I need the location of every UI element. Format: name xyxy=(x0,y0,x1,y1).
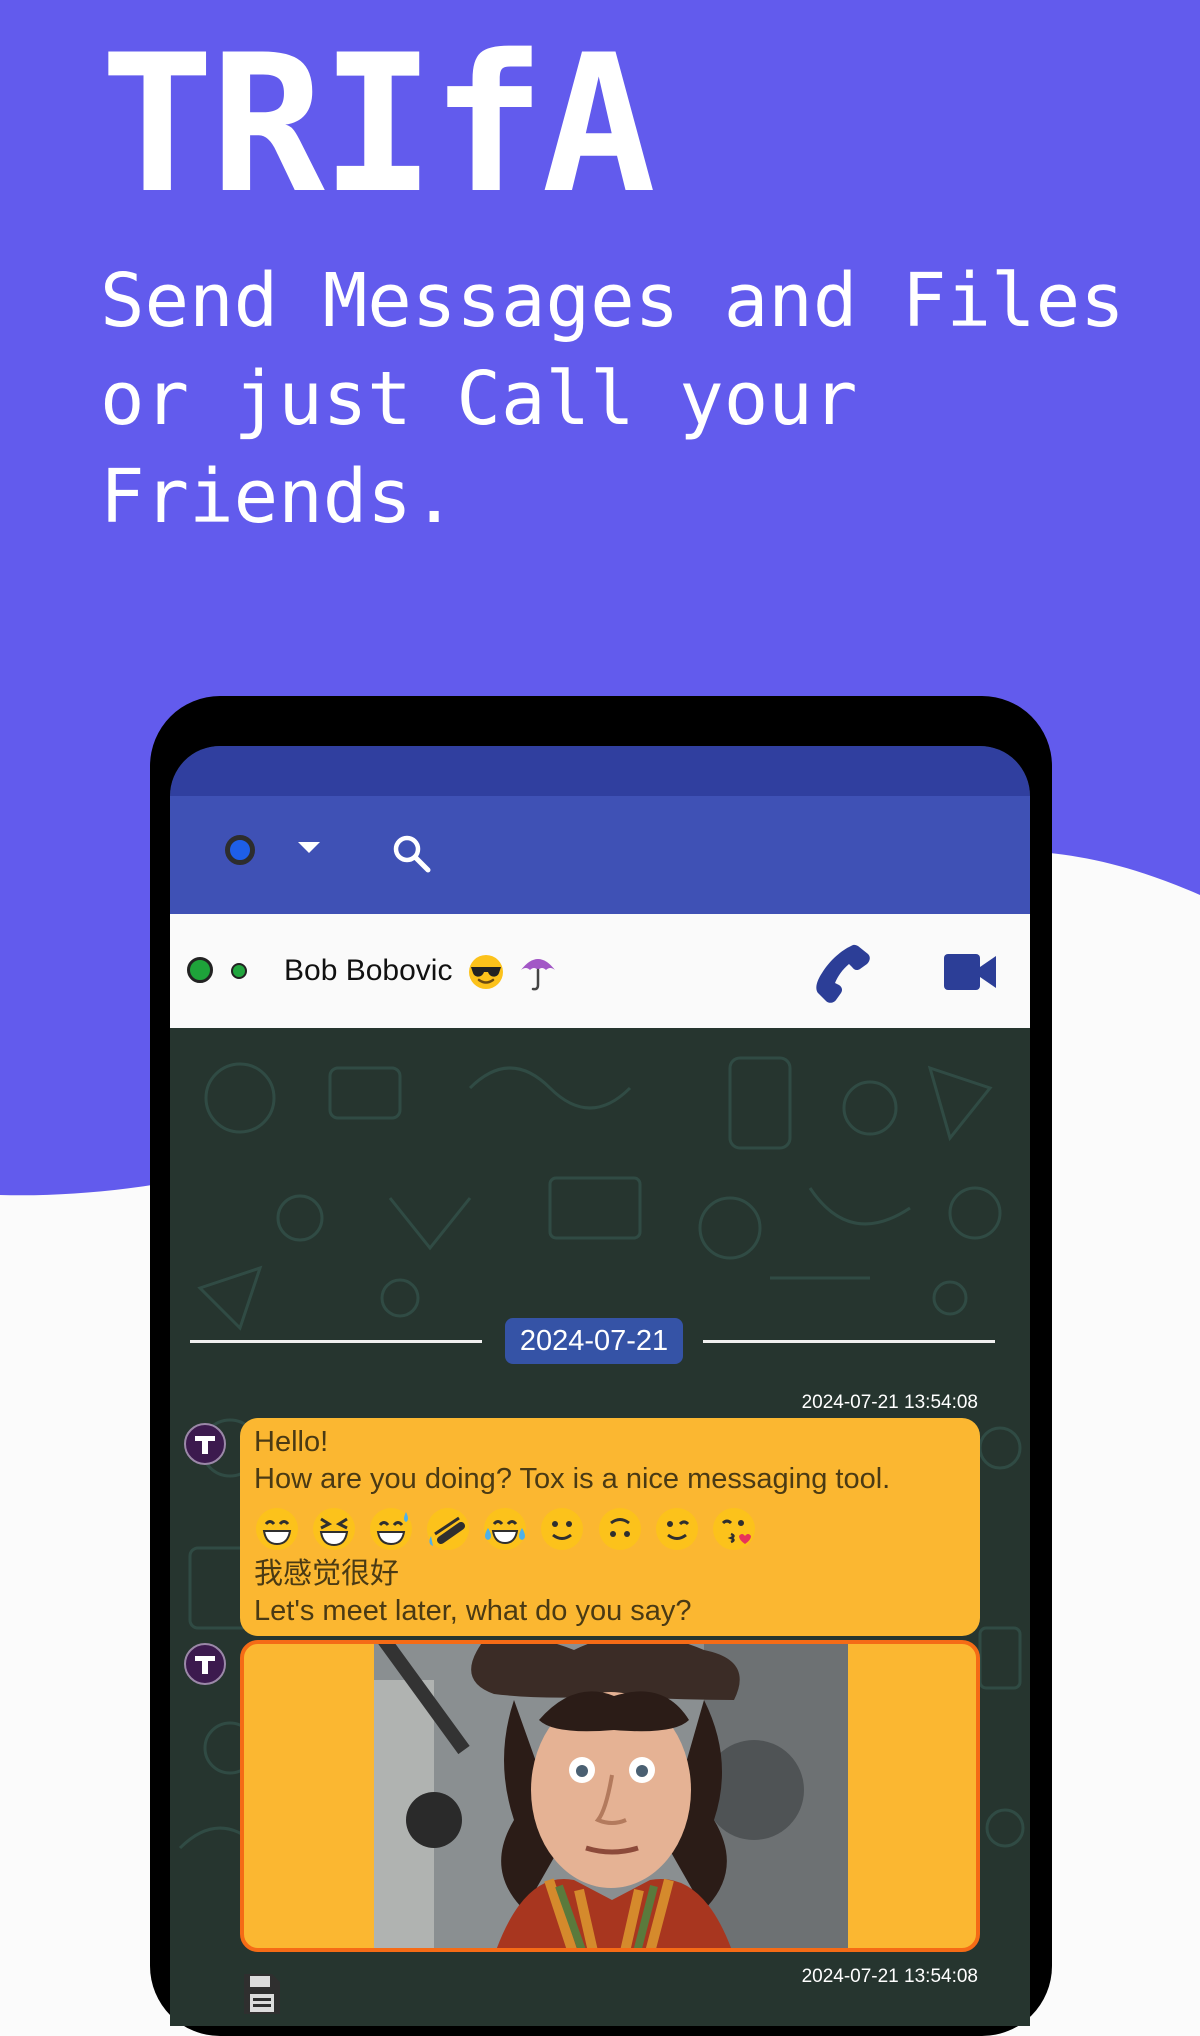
message-line: Hello! xyxy=(254,1426,329,1458)
grinning-smile-eyes-emoji-icon xyxy=(256,1508,298,1550)
phone-screen: Bob Bobovic 2024-07-21 2024-07-21 13:54:… xyxy=(170,746,1030,2026)
date-separator-line-left xyxy=(190,1340,482,1343)
slightly-smiling-emoji-icon xyxy=(541,1508,584,1550)
message-line: How are you doing? Tox is a nice messagi… xyxy=(254,1463,891,1495)
sweat-smile-emoji-icon xyxy=(370,1508,413,1550)
message-text-continued: 我感觉很好 Let's meet later, what do you say? xyxy=(254,1556,692,1630)
contact-name-text: Bob Bobovic xyxy=(284,953,453,987)
upside-down-emoji-icon xyxy=(598,1508,641,1550)
chat-area[interactable]: 2024-07-21 2024-07-21 13:54:08 Hello! Ho… xyxy=(170,1028,1030,2026)
message-timestamp: 2024-07-21 13:54:08 xyxy=(801,1392,978,1413)
message-line: 我感觉很好 xyxy=(254,1558,400,1590)
message-line: Let's meet later, what do you say? xyxy=(254,1595,692,1627)
umbrella-emoji-icon xyxy=(521,959,556,991)
contact-header: Bob Bobovic xyxy=(170,914,1030,1028)
hero-subtitle: Send Messages and Files or just Call you… xyxy=(100,258,1125,540)
contact-connection-indicator xyxy=(231,963,247,979)
laughing-emoji-icon xyxy=(313,1508,356,1550)
sunglasses-emoji-icon xyxy=(468,955,503,989)
contact-name[interactable]: Bob Bobovic xyxy=(284,952,557,992)
shared-photo[interactable] xyxy=(374,1640,848,1952)
image-message-bubble[interactable] xyxy=(240,1640,980,1952)
contact-status-indicator xyxy=(187,957,213,983)
emoji-row xyxy=(254,1506,763,1552)
app-toolbar xyxy=(170,796,1030,914)
message-bubble[interactable]: Hello! How are you doing? Tox is a nice … xyxy=(240,1418,980,1636)
caret-down-icon[interactable] xyxy=(298,842,320,853)
tox-t-icon xyxy=(195,1656,215,1674)
tox-t-icon xyxy=(195,1436,215,1454)
rolling-on-floor-laughing-emoji-icon xyxy=(427,1508,470,1550)
status-bar xyxy=(170,746,1030,796)
face-blowing-kiss-emoji-icon xyxy=(712,1508,755,1550)
date-separator: 2024-07-21 xyxy=(505,1318,683,1364)
date-separator-line-right xyxy=(703,1340,995,1343)
winking-emoji-icon xyxy=(655,1508,698,1550)
message-text: Hello! How are you doing? Tox is a nice … xyxy=(254,1424,890,1498)
search-icon[interactable] xyxy=(388,830,436,878)
own-status-dot[interactable] xyxy=(225,835,255,865)
tears-of-joy-emoji-icon xyxy=(484,1508,527,1550)
message-timestamp: 2024-07-21 13:54:08 xyxy=(801,1966,978,1987)
avatar[interactable] xyxy=(184,1643,226,1685)
phone-icon[interactable] xyxy=(810,940,874,1004)
avatar[interactable] xyxy=(184,1423,226,1465)
video-camera-icon[interactable] xyxy=(942,950,998,994)
floppy-save-icon[interactable] xyxy=(242,1972,282,2016)
hero-title: TRIfA xyxy=(100,14,656,235)
